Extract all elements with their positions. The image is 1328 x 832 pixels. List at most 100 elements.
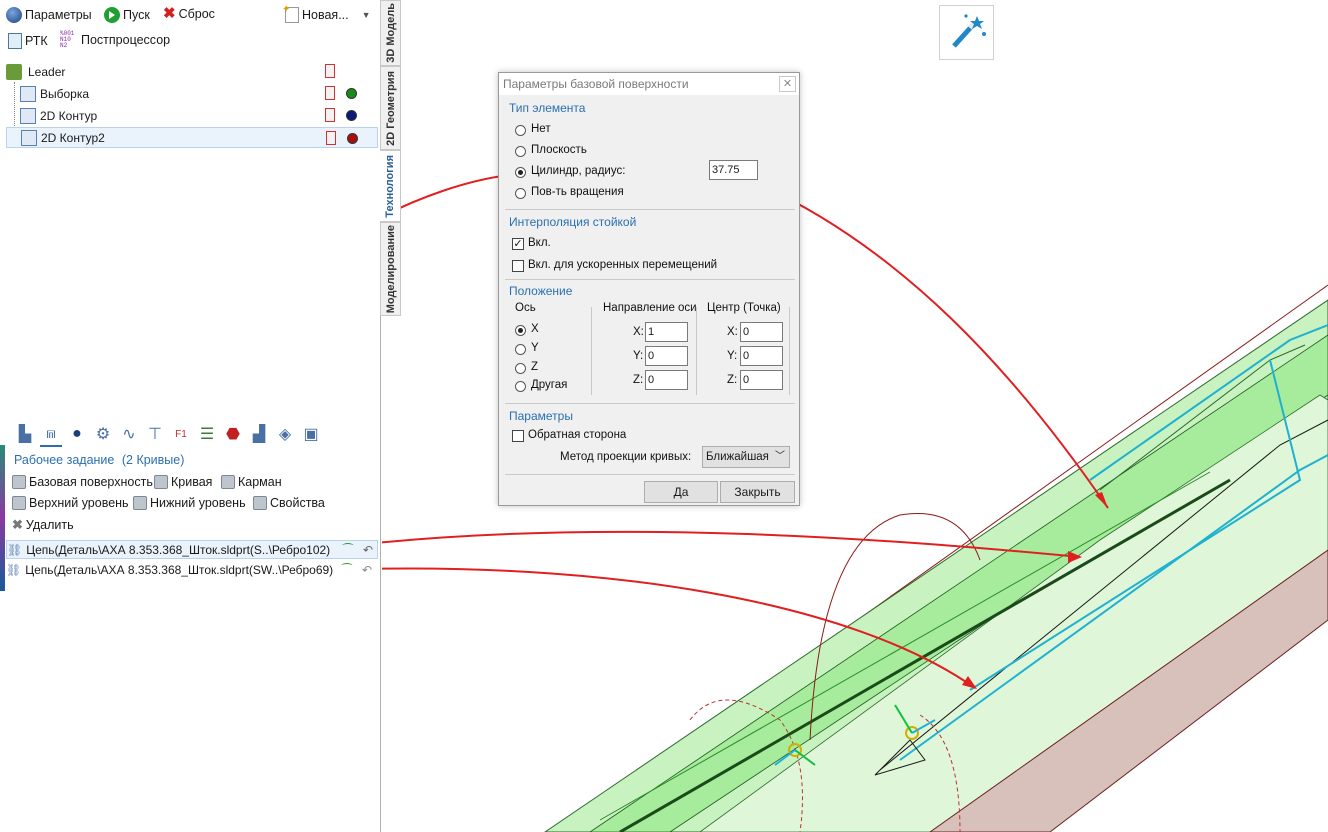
axis-z-label: Z: [531, 361, 539, 373]
pocket-button[interactable]: Карман: [221, 475, 282, 489]
undo-icon: ↶: [362, 562, 373, 577]
new-dropdown[interactable]: ✦ Новая... ▼: [282, 4, 371, 23]
chevron-down-icon: ▼: [361, 10, 371, 20]
delete-button[interactable]: ✖ Удалить: [12, 517, 74, 533]
delete-label: Удалить: [25, 518, 74, 532]
tab-modeling[interactable]: Моделирование: [380, 222, 401, 316]
rtk-button[interactable]: РТК: [8, 33, 48, 49]
axis-other-label: Другая: [531, 379, 568, 391]
radio-cylinder[interactable]: [515, 167, 526, 178]
reset-button[interactable]: ✖ Сброс: [163, 5, 215, 22]
m-code-icon[interactable]: ⬣: [222, 423, 244, 445]
operation-icon: [20, 85, 36, 102]
operation-toolbar: ▙ ⩎ ● ⚙ ∿ ⊤ F1 ☰ ⬣ ▟ ◈ ▣: [14, 423, 322, 447]
base-surface-dialog: Параметры базовой поверхности ✕ Тип элем…: [498, 72, 800, 506]
radio-plane[interactable]: [515, 146, 526, 157]
sphere-icon[interactable]: ●: [66, 423, 88, 445]
list-icon[interactable]: ☰: [196, 423, 218, 445]
tree-root[interactable]: Leader: [6, 61, 378, 82]
chain-label: Цепь(Деталь\АХА 8.353.368_Шток.sldprt(SW…: [25, 562, 334, 577]
close-icon[interactable]: ✕: [779, 76, 796, 92]
dialog-title[interactable]: Параметры базовой поверхности: [499, 73, 799, 95]
properties-button[interactable]: Свойства: [253, 496, 325, 510]
interp-rapid-checkbox[interactable]: [512, 260, 524, 272]
machine-icon: [6, 63, 22, 80]
radio-axis-x[interactable]: [515, 325, 526, 336]
close-button[interactable]: Закрыть: [720, 481, 795, 503]
separator: [591, 307, 592, 395]
book-icon: [326, 131, 336, 145]
status-dot: [347, 133, 358, 144]
ctr-x-input[interactable]: 0: [740, 322, 783, 342]
magic-wand-icon: [952, 14, 986, 48]
new-label: Новая...: [302, 8, 349, 22]
dir-y-label: Y:: [633, 350, 644, 362]
base-surface-button[interactable]: Базовая поверхность: [12, 475, 153, 489]
operation-icon: [20, 107, 36, 124]
ok-button[interactable]: Да: [644, 481, 718, 503]
chain-row[interactable]: ⛓ Цепь(Деталь\АХА 8.353.368_Шток.sldprt(…: [6, 540, 378, 559]
play-icon: [104, 7, 120, 23]
chain-icon: ⛓: [6, 562, 22, 577]
cross-icon: ✖: [163, 5, 176, 22]
chain-label: Цепь(Деталь\АХА 8.353.368_Шток.sldprt(S.…: [26, 542, 331, 557]
separator: [789, 307, 790, 395]
separator: [696, 307, 697, 395]
interp-on-checkbox[interactable]: ✓: [512, 238, 524, 250]
tab-3d-model[interactable]: 3D Модель: [380, 0, 401, 66]
tree-item-vyborka[interactable]: Выборка: [6, 83, 378, 104]
radio-plane-label: Плоскость: [531, 144, 587, 156]
tree-item-2d-contour2[interactable]: 2D Контур2: [6, 127, 378, 148]
tree-item-2d-contour[interactable]: 2D Контур: [6, 105, 378, 126]
curve-preview-icon: ⁀: [342, 562, 352, 577]
projection-select[interactable]: Ближайшая ﹀: [702, 446, 790, 468]
radio-axis-y[interactable]: [515, 344, 526, 355]
tool-holder-icon[interactable]: ⩎: [40, 423, 62, 447]
ctr-z-input[interactable]: 0: [740, 370, 783, 390]
reset-label: Сброс: [178, 7, 215, 21]
fixture-icon[interactable]: ▟: [248, 423, 270, 445]
reverse-side-checkbox[interactable]: [512, 430, 524, 442]
tab-technology[interactable]: Технология: [380, 150, 401, 222]
ctr-y-input[interactable]: 0: [740, 346, 783, 366]
element-type-title: Тип элемента: [509, 101, 586, 115]
postprocessor-button[interactable]: %001 N10 N2 Постпроцессор: [60, 31, 170, 49]
radio-axis-z[interactable]: [515, 363, 526, 374]
surface-icon: [12, 475, 26, 489]
drill-icon[interactable]: ⊤: [144, 423, 166, 445]
radio-axis-other[interactable]: [515, 381, 526, 392]
radius-input[interactable]: 37.75: [709, 160, 758, 180]
wizard-button[interactable]: [939, 5, 994, 60]
dir-z-input[interactable]: 0: [645, 370, 688, 390]
axis-y-label: Y: [531, 342, 539, 354]
tree-root-label: Leader: [28, 64, 66, 79]
dir-y-input[interactable]: 0: [645, 346, 688, 366]
curve-icon: [154, 475, 168, 489]
chain-row[interactable]: ⛓ Цепь(Деталь\АХА 8.353.368_Шток.sldprt(…: [6, 560, 378, 579]
task-icon[interactable]: ▙: [14, 423, 36, 445]
gear-icon[interactable]: ⚙: [92, 423, 114, 445]
chevron-down-icon: ﹀: [775, 451, 785, 462]
stock-icon[interactable]: ◈: [274, 423, 296, 445]
ctr-x-label: X:: [727, 326, 738, 338]
dir-x-input[interactable]: 1: [645, 322, 688, 342]
separator: [505, 209, 795, 210]
radio-revolution[interactable]: [515, 188, 526, 199]
separator: [505, 279, 795, 280]
layer-down-icon: [133, 496, 147, 510]
radio-none[interactable]: [515, 125, 526, 136]
new-document-icon: ✦: [282, 4, 299, 23]
curve-button[interactable]: Кривая: [154, 475, 212, 489]
upper-level-button[interactable]: Верхний уровень: [12, 496, 129, 510]
path-icon[interactable]: ∿: [118, 423, 140, 445]
run-button[interactable]: Пуск: [104, 7, 150, 23]
book-icon: [325, 108, 335, 122]
feed-icon[interactable]: F1: [170, 423, 192, 445]
params-button[interactable]: Параметры: [6, 7, 92, 23]
tab-2d-geometry[interactable]: 2D Геометрия: [380, 66, 401, 150]
part-icon[interactable]: ▣: [300, 423, 322, 445]
center-title: Центр (Точка): [707, 302, 781, 314]
operation-icon: [21, 129, 37, 146]
axis-title: Ось: [515, 302, 536, 314]
lower-level-button[interactable]: Нижний уровень: [133, 496, 246, 510]
